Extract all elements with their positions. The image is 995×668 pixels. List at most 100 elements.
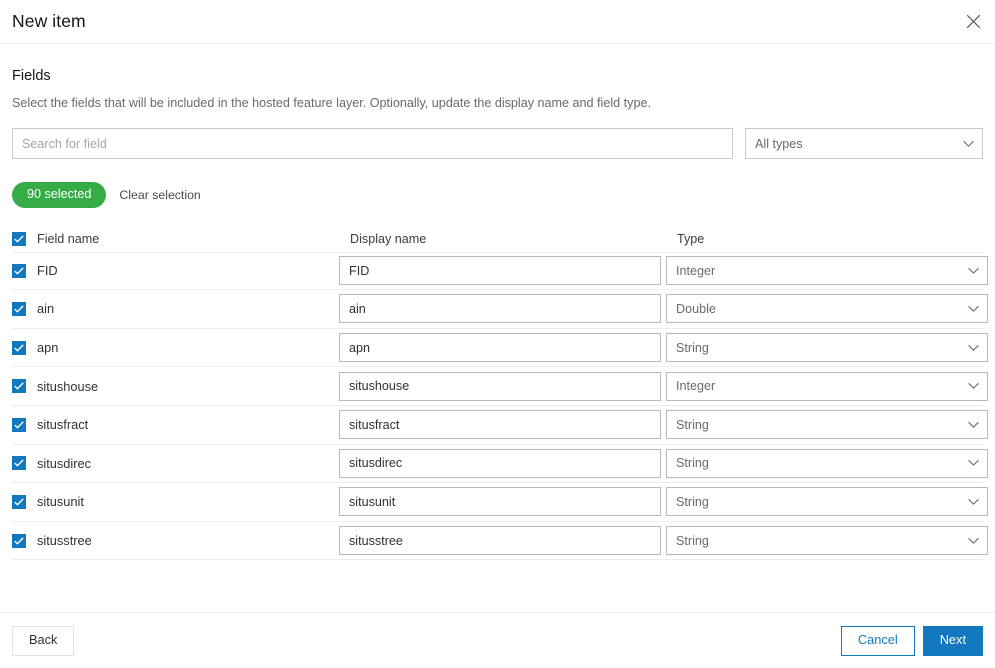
display-name-input[interactable] [339, 256, 661, 286]
row-checkbox[interactable] [12, 456, 26, 471]
type-select-value: String [676, 494, 709, 509]
table-row: situsdirec String [12, 445, 988, 484]
cancel-button[interactable]: Cancel [840, 625, 915, 656]
display-name-input[interactable] [339, 526, 661, 556]
row-display-name-cell [339, 526, 666, 556]
type-select-wrapper: Integer [666, 256, 988, 286]
clear-selection-link[interactable]: Clear selection [119, 188, 200, 202]
type-select[interactable]: String [666, 526, 988, 556]
row-type-cell: String [666, 410, 988, 440]
row-display-name-cell [339, 487, 666, 517]
type-select[interactable]: String [666, 410, 988, 440]
row-checkbox[interactable] [12, 263, 26, 278]
row-display-name-cell [339, 448, 666, 478]
row-field-name-label: FID [37, 263, 58, 279]
dialog-header: New item [0, 0, 995, 44]
row-checkbox[interactable] [12, 379, 26, 394]
row-field-name-label: situshouse [37, 378, 99, 394]
table-row: situsfract String [12, 406, 988, 445]
row-field-name-cell: situsstree [12, 533, 339, 548]
table-header-row: Field name Display name Type [12, 226, 983, 252]
row-type-cell: Integer [666, 256, 988, 286]
row-field-name-cell: FID [12, 263, 339, 278]
row-field-name-label: situsfract [37, 417, 89, 433]
select-all-checkbox[interactable] [12, 231, 26, 246]
header-display-name-label: Display name [350, 231, 427, 246]
type-select-value: String [676, 533, 709, 548]
type-select-value: String [676, 456, 709, 471]
row-display-name-cell [339, 256, 666, 286]
type-select-wrapper: Double [666, 294, 988, 324]
next-button[interactable]: Next [922, 625, 983, 656]
display-name-input[interactable] [339, 487, 661, 517]
display-name-input[interactable] [339, 333, 661, 363]
row-type-cell: Integer [666, 371, 988, 401]
row-field-name-cell: apn [12, 340, 339, 355]
row-field-name-cell: situsfract [12, 417, 339, 432]
type-select[interactable]: String [666, 333, 988, 363]
row-field-name-label: situsstree [37, 533, 92, 549]
header-type-cell: Type [666, 232, 983, 246]
fields-table: Field name Display name Type FID Integer a… [12, 208, 988, 561]
dialog-footer: Back Cancel Next [0, 612, 995, 668]
selection-bar: 90 selected Clear selection [12, 159, 983, 208]
header-display-name-cell: Display name [339, 232, 666, 246]
row-field-name-cell: ain [12, 301, 339, 316]
section-heading: Fields [12, 68, 51, 84]
type-select[interactable]: Integer [666, 371, 988, 401]
row-display-name-cell [339, 333, 666, 363]
type-select[interactable]: String [666, 448, 988, 478]
type-select-value: String [676, 340, 709, 355]
type-select-wrapper: Integer [666, 371, 988, 401]
row-field-name-label: situsunit [37, 494, 84, 510]
row-checkbox[interactable] [12, 417, 26, 432]
row-display-name-cell [339, 371, 666, 401]
row-display-name-cell [339, 410, 666, 440]
table-row: situshouse Integer [12, 367, 988, 406]
row-checkbox[interactable] [12, 533, 26, 548]
type-select-wrapper: String [666, 487, 988, 517]
dialog-body: Fields Select the fields that will be in… [0, 44, 995, 612]
close-icon[interactable] [959, 8, 987, 36]
row-field-name-cell: situshouse [12, 379, 339, 394]
type-select[interactable]: Double [666, 294, 988, 324]
footer-actions: Cancel Next [840, 625, 983, 656]
filter-row: All types [12, 112, 983, 159]
table-row: apn String [12, 329, 988, 368]
search-field-wrapper [12, 128, 733, 159]
type-select-wrapper: String [666, 410, 988, 440]
type-select-wrapper: String [666, 333, 988, 363]
type-filter-select[interactable]: All types [745, 128, 983, 159]
header-field-name-label: Field name [37, 231, 100, 246]
table-row: FID Integer [12, 251, 988, 291]
row-type-cell: String [666, 448, 988, 478]
type-select-value: Integer [676, 263, 716, 278]
table-row: ain Double [12, 290, 988, 329]
type-select[interactable]: Integer [666, 256, 988, 286]
header-field-name-cell: Field name [12, 231, 339, 246]
row-type-cell: String [666, 333, 988, 363]
type-select-wrapper: String [666, 448, 988, 478]
search-input[interactable] [12, 128, 733, 159]
row-checkbox[interactable] [12, 301, 26, 316]
page-title: New item [12, 11, 86, 31]
display-name-input[interactable] [339, 371, 661, 401]
table-row: situsstree String [12, 522, 988, 561]
display-name-input[interactable] [339, 448, 661, 478]
row-type-cell: Double [666, 294, 988, 324]
row-field-name-label: situsdirec [37, 455, 92, 471]
header-type-label: Type [677, 231, 705, 246]
display-name-input[interactable] [339, 294, 661, 324]
type-select[interactable]: String [666, 487, 988, 517]
row-type-cell: String [666, 487, 988, 517]
row-field-name-label: apn [37, 340, 59, 356]
row-field-name-label: ain [37, 301, 55, 317]
section-description: Select the fields that will be included … [12, 96, 651, 110]
type-filter-wrapper: All types [745, 128, 983, 159]
type-select-value: Integer [676, 379, 716, 394]
row-checkbox[interactable] [12, 340, 26, 355]
back-button[interactable]: Back [12, 625, 75, 656]
display-name-input[interactable] [339, 410, 661, 440]
row-checkbox[interactable] [12, 494, 26, 509]
type-select-wrapper: String [666, 526, 988, 556]
